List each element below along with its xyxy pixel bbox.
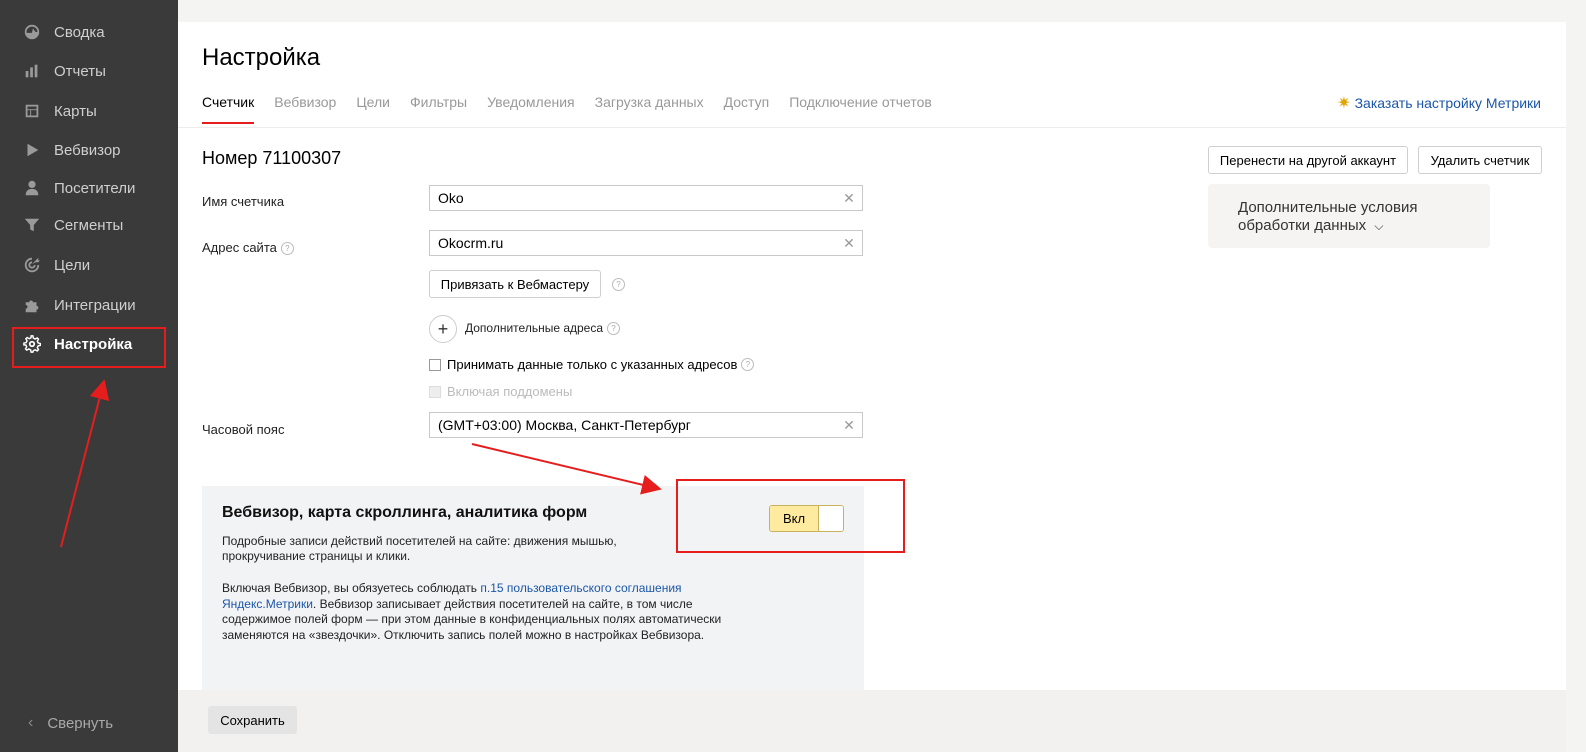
page-title: Настройка — [202, 44, 321, 71]
sidebar-item-maps[interactable]: Карты — [0, 92, 178, 130]
sidebar-item-reports[interactable]: Отчеты — [0, 52, 178, 90]
counter-name-input[interactable]: Oko ✕ — [429, 185, 863, 211]
counter-name-value: Oko — [438, 190, 464, 206]
sidebar-item-label: Карты — [54, 102, 97, 120]
puzzle-icon — [22, 295, 42, 315]
sidebar-item-label: Отчеты — [54, 62, 106, 80]
tabs-divider — [178, 127, 1566, 128]
agreement-prefix: Включая Вебвизор, вы обязуетесь соблюдат… — [222, 581, 481, 595]
timezone-value: (GMT+03:00) Москва, Санкт-Петербург — [438, 417, 691, 433]
sidebar-item-label: Посетители — [54, 179, 136, 197]
additional-addresses-label: Дополнительные адреса — [465, 321, 604, 335]
settings-tabs: Счетчик Вебвизор Цели Фильтры Уведомлени… — [202, 94, 952, 124]
only-listed-row[interactable]: Принимать данные только с указанных адре… — [429, 357, 755, 372]
filter-icon — [22, 215, 42, 235]
plus-icon: + — [437, 318, 449, 339]
play-icon — [22, 140, 42, 160]
tab-data-upload[interactable]: Загрузка данных — [595, 94, 704, 124]
sidebar-item-label: Сводка — [54, 23, 105, 41]
site-address-input[interactable]: Okocrm.ru ✕ — [429, 230, 863, 256]
sidebar-item-label: Цели — [54, 256, 91, 274]
only-listed-checkbox[interactable] — [429, 358, 441, 371]
subdomains-row: Включая поддомены — [429, 384, 572, 399]
collapse-button[interactable]: ‹ Свернуть — [0, 708, 178, 738]
clear-icon[interactable]: ✕ — [836, 190, 862, 207]
sidebar-item-visitors[interactable]: Посетители — [0, 169, 178, 207]
bottom-bar: Сохранить — [178, 690, 1566, 752]
subdomains-checkbox — [429, 385, 441, 398]
tab-counter[interactable]: Счетчик — [202, 94, 255, 124]
site-address-label: Адрес сайта? — [202, 240, 294, 256]
tab-report-connection[interactable]: Подключение отчетов — [789, 94, 932, 124]
clear-icon[interactable]: ✕ — [836, 235, 862, 252]
main-panel: Настройка Счетчик Вебвизор Цели Фильтры … — [178, 22, 1566, 690]
dashboard-icon — [22, 22, 42, 42]
delete-counter-button[interactable]: Удалить счетчик — [1418, 146, 1542, 174]
clear-icon[interactable]: ✕ — [836, 417, 862, 434]
timezone-label: Часовой пояс — [202, 422, 285, 437]
tab-filters[interactable]: Фильтры — [410, 94, 467, 124]
magic-wand-icon: ✷ — [1337, 95, 1351, 112]
subdomains-label: Включая поддомены — [447, 384, 573, 399]
tab-goals[interactable]: Цели — [356, 94, 390, 124]
target-icon — [22, 255, 42, 275]
additional-addresses: Дополнительные адреса? — [465, 321, 621, 336]
webvisor-description: Подробные записи действий посетителей на… — [222, 534, 617, 563]
save-button[interactable]: Сохранить — [208, 706, 297, 734]
transfer-account-button[interactable]: Перенести на другой аккаунт — [1208, 146, 1408, 174]
bind-webmaster-button[interactable]: Привязать к Вебмастеру — [429, 270, 601, 298]
sidebar-item-segments[interactable]: Сегменты — [0, 206, 178, 244]
counter-name-label: Имя счетчика — [202, 194, 285, 209]
settings-highlight-frame — [12, 327, 166, 368]
tab-access[interactable]: Доступ — [724, 94, 770, 124]
chevron-left-icon: ‹ — [28, 714, 34, 731]
sidebar-item-integrations[interactable]: Интеграции — [0, 286, 178, 324]
only-listed-label: Принимать данные только с указанных адре… — [447, 357, 738, 372]
person-icon — [22, 178, 42, 198]
tab-notifications[interactable]: Уведомления — [487, 94, 575, 124]
top-strip — [178, 0, 1566, 22]
sidebar-item-label: Вебвизор — [54, 141, 121, 159]
site-address-text: Адрес сайта — [202, 240, 277, 255]
help-icon[interactable]: ? — [741, 358, 755, 371]
help-icon[interactable]: ? — [607, 322, 621, 336]
extra-conditions-label: Дополнительные условия обработки данных — [1238, 199, 1418, 234]
extra-conditions-panel[interactable]: Дополнительные условия обработки данных … — [1208, 184, 1490, 248]
site-address-value: Okocrm.ru — [438, 235, 504, 251]
sidebar: Сводка Отчеты Карты Вебвизор Посетители … — [0, 0, 178, 752]
counter-number: Номер 71100307 — [202, 148, 342, 168]
timezone-select[interactable]: (GMT+03:00) Москва, Санкт-Петербург ✕ — [429, 412, 863, 438]
sidebar-item-goals[interactable]: Цели — [0, 246, 178, 284]
sidebar-item-summary[interactable]: Сводка — [0, 13, 178, 51]
tab-webvisor[interactable]: Вебвизор — [274, 94, 336, 124]
map-icon — [22, 101, 42, 121]
toggle-highlight-frame — [676, 479, 905, 553]
collapse-label: Свернуть — [47, 714, 114, 732]
sidebar-item-label: Сегменты — [54, 216, 124, 234]
order-setup-label: Заказать настройку Метрики — [1354, 95, 1541, 111]
chevron-down-icon: ⌵ — [1374, 219, 1384, 233]
sidebar-item-label: Интеграции — [54, 296, 136, 314]
bar-chart-icon — [22, 61, 42, 81]
order-setup-link[interactable]: ✷ Заказать настройку Метрики — [1337, 93, 1541, 113]
help-icon[interactable]: ? — [612, 278, 625, 291]
webvisor-agreement: Включая Вебвизор, вы обязуетесь соблюдат… — [222, 581, 732, 643]
add-address-button[interactable]: + — [429, 315, 457, 343]
help-icon[interactable]: ? — [280, 242, 294, 256]
extra-conditions: Дополнительные условия обработки данных … — [1238, 199, 1458, 235]
scrollbar-track[interactable] — [1566, 0, 1586, 752]
sidebar-item-webvisor[interactable]: Вебвизор — [0, 131, 178, 169]
webvisor-title: Вебвизор, карта скроллинга, аналитика фо… — [222, 504, 588, 521]
